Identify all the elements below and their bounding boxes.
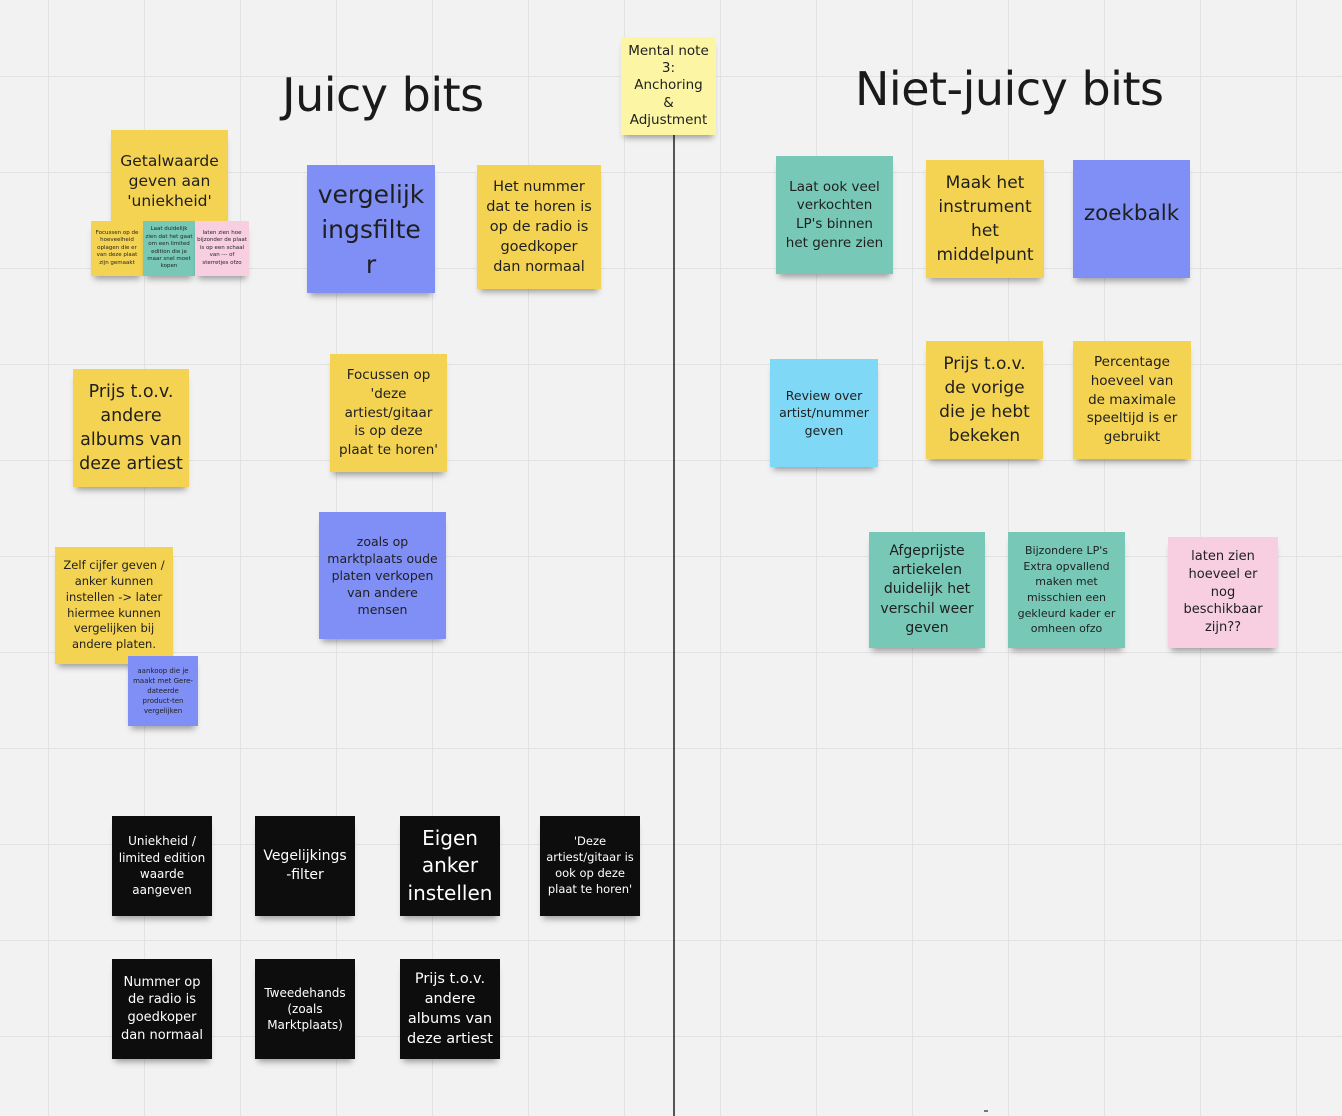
sticky-note-text: vergelijkingsfilter <box>317 179 425 279</box>
sticky-note-text: Review over artist/nummer geven <box>779 388 869 438</box>
sticky-note-vergelijkingsfilter[interactable]: vergelijkingsfilter <box>307 165 435 293</box>
sticky-note-prijs-vorige[interactable]: Prijs t.o.v. de vorige die je hebt bekek… <box>926 341 1043 459</box>
black-note-prijs-tov[interactable]: Prijs t.o.v. andere albums van deze arti… <box>400 959 500 1059</box>
sticky-note-text: Afgeprijste artiekelen duidelijk het ver… <box>880 542 974 636</box>
sticky-note-text: zoals op marktplaats oude platen verkope… <box>327 534 438 617</box>
sticky-note-bijzondere[interactable]: Bijzondere LP's Extra opvallend maken me… <box>1008 532 1125 648</box>
sticky-note-text: Focussen op de hoeveelheid oplagen die e… <box>95 229 139 266</box>
sticky-note-text: Laat ook veel verkochten LP's binnen het… <box>785 178 884 251</box>
black-note-vegelijkings[interactable]: Vegelijkings-filter <box>255 816 355 916</box>
sticky-note-text: Laat duidelijk zien dat het gaat om een … <box>145 226 193 270</box>
sticky-note-text: Prijs t.o.v. andere albums van deze arti… <box>79 381 183 475</box>
sticky-note-maak-instrument[interactable]: Maak het instrument het middelpunt <box>926 160 1044 278</box>
sticky-note-text: laten zien hoe bijzonder de plaat is op … <box>197 229 247 266</box>
sticky-note-laten-zien-hoeveel[interactable]: laten zien hoeveel er nog beschikbaar zi… <box>1168 537 1278 648</box>
sticky-note-percentage[interactable]: Percentage hoeveel van de maximale speel… <box>1073 341 1191 459</box>
sticky-note-text: laten zien hoeveel er nog beschikbaar zi… <box>1183 548 1263 636</box>
sticky-note-text: Getalwaarde geven aan 'uniekheid' <box>120 152 219 210</box>
black-note-nummer-radio[interactable]: Nummer op de radio is goedkoper dan norm… <box>112 959 212 1059</box>
sticky-note-text: aankoop die je maakt met Gere-dateerde p… <box>133 666 193 716</box>
sticky-note-text: Prijs t.o.v. de vorige die je hebt bekek… <box>939 353 1030 447</box>
black-note-deze-artiest[interactable]: 'Deze artiest/gitaar is ook op deze plaa… <box>540 816 640 916</box>
niet-juicy-bits-heading: Niet-juicy bits <box>855 62 1164 116</box>
sticky-note-small-laten-zien[interactable]: laten zien hoe bijzonder de plaat is op … <box>195 221 249 276</box>
sticky-note-text: Zelf cijfer geven / anker kunnen instell… <box>63 557 165 652</box>
sticky-note-zoekbalk[interactable]: zoekbalk <box>1073 160 1190 278</box>
sticky-note-prijs-andere-albums[interactable]: Prijs t.o.v. andere albums van deze arti… <box>73 369 189 487</box>
sticky-note-text: Prijs t.o.v. andere albums van deze arti… <box>407 971 493 1047</box>
juicy-bits-heading: Juicy bits <box>282 68 484 122</box>
sticky-note-text: Het nummer dat te horen is op de radio i… <box>486 179 592 275</box>
sticky-note-review[interactable]: Review over artist/nummer geven <box>770 359 878 467</box>
sticky-note-text: Tweedehands (zoals Marktplaats) <box>264 985 346 1033</box>
sticky-note-text: Percentage hoeveel van de maximale speel… <box>1086 354 1178 445</box>
sticky-note-focussen-artiest[interactable]: Focussen op 'deze artiest/gitaar is op d… <box>330 354 447 472</box>
sticky-note-text: 'Deze artiest/gitaar is ook op deze plaa… <box>546 834 634 896</box>
sticky-note-zelf-cijfer[interactable]: Zelf cijfer geven / anker kunnen instell… <box>55 547 173 664</box>
black-note-tweedehands[interactable]: Tweedehands (zoals Marktplaats) <box>255 959 355 1059</box>
sticky-note-afgeprijste[interactable]: Afgeprijste artiekelen duidelijk het ver… <box>869 532 985 648</box>
sticky-note-aankoop[interactable]: aankoop die je maakt met Gere-dateerde p… <box>128 656 198 726</box>
sticky-note-text: Vegelijkings-filter <box>263 847 347 883</box>
edge-mark <box>984 1110 988 1112</box>
sticky-note-text: Mental note 3: Anchoring & Adjustment <box>628 42 709 128</box>
sticky-note-text: Uniekheid / limited edition waarde aange… <box>118 834 206 898</box>
sticky-note-small-laat-duidelijk[interactable]: Laat duidelijk zien dat het gaat om een … <box>143 221 195 276</box>
sticky-note-text: zoekbalk <box>1083 201 1180 226</box>
sticky-note-text: Nummer op de radio is goedkoper dan norm… <box>120 974 204 1043</box>
black-note-eigen-anker[interactable]: Eigen anker instellen <box>400 816 500 916</box>
sticky-note-het-nummer[interactable]: Het nummer dat te horen is op de radio i… <box>477 165 601 289</box>
sticky-note-mental-note[interactable]: Mental note 3: Anchoring & Adjustment <box>621 37 716 135</box>
sticky-note-text: Eigen anker instellen <box>407 825 493 905</box>
sticky-note-small-focussen[interactable]: Focussen op de hoeveelheid oplagen die e… <box>91 221 143 276</box>
sticky-note-text: Focussen op 'deze artiest/gitaar is op d… <box>339 367 438 458</box>
column-divider <box>673 134 675 1116</box>
sticky-note-text: Bijzondere LP's Extra opvallend maken me… <box>1017 544 1116 636</box>
black-note-uniekheid[interactable]: Uniekheid / limited edition waarde aange… <box>112 816 212 916</box>
sticky-note-laat-ook-veel[interactable]: Laat ook veel verkochten LP's binnen het… <box>776 156 893 274</box>
sticky-note-text: Maak het instrument het middelpunt <box>936 172 1034 266</box>
sticky-note-marktplaats[interactable]: zoals op marktplaats oude platen verkope… <box>319 512 446 639</box>
